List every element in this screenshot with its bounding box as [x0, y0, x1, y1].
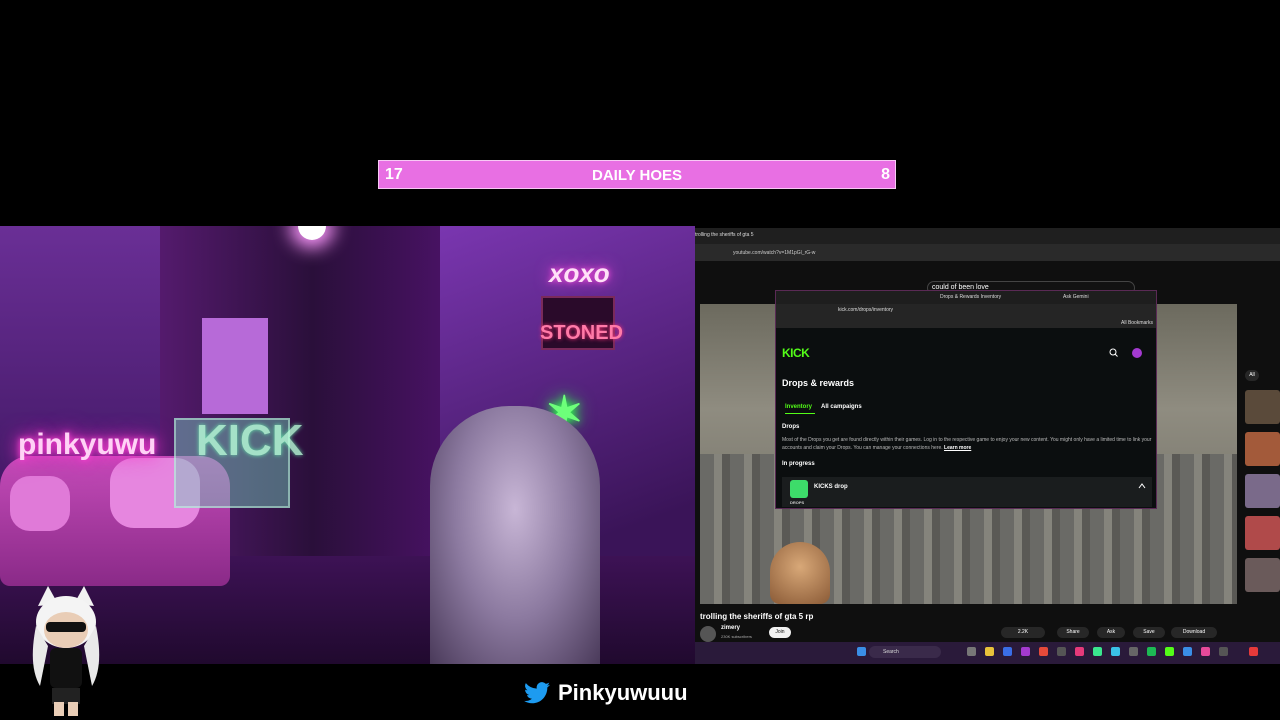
recommended-thumbnail[interactable]	[1245, 390, 1280, 424]
join-button[interactable]: Join	[769, 627, 791, 638]
download-button[interactable]: Download	[1171, 627, 1217, 638]
drop-name: KICKS drop	[814, 484, 848, 490]
avatar-character	[32, 586, 100, 716]
recommended-thumbnail[interactable]	[1245, 516, 1280, 550]
profile-avatar-icon[interactable]	[1132, 348, 1142, 358]
filter-chip-all[interactable]: All	[1245, 370, 1259, 381]
chevron-up-icon[interactable]	[1138, 483, 1146, 489]
chrome-icon[interactable]	[1039, 647, 1048, 656]
like-button[interactable]: 2.2K	[1001, 627, 1045, 638]
taskbar-search-text: Search	[883, 649, 899, 655]
channel-avatar[interactable]	[700, 626, 716, 642]
save-button[interactable]: Save	[1133, 627, 1165, 638]
taskbar-app-icon[interactable]	[1219, 647, 1228, 656]
ask-button[interactable]: Ask	[1097, 627, 1125, 638]
file-explorer-icon[interactable]	[985, 647, 994, 656]
tab-all-campaigns[interactable]: All campaigns	[821, 404, 862, 410]
counter-right-value: 8	[881, 166, 890, 183]
spotify-icon[interactable]	[1147, 647, 1156, 656]
share-button[interactable]: Share	[1057, 627, 1089, 638]
search-icon[interactable]	[1109, 348, 1118, 357]
ceiling-light	[298, 226, 326, 240]
streamer-person	[430, 406, 600, 664]
recommended-thumbnail[interactable]	[1245, 558, 1280, 592]
kick-browser-window: Drops & Rewards Inventory Ask Gemini kic…	[775, 290, 1157, 509]
taskbar-app-icon[interactable]	[1003, 647, 1012, 656]
subscriber-count: 230K subscribers	[721, 634, 752, 639]
drops-heading: Drops	[782, 424, 800, 430]
kick-url[interactable]: kick.com/drops/inventory	[838, 307, 893, 313]
taskbar-search-input[interactable]	[869, 646, 941, 658]
taskbar-app-icon[interactable]	[1075, 647, 1084, 656]
taskbar-app-icon[interactable]	[1093, 647, 1102, 656]
taskbar-app-icon[interactable]	[1021, 647, 1030, 656]
browser-url[interactable]: youtube.com/watch?v=1M1pGl_rG-w	[733, 250, 815, 256]
browser-tab[interactable]: trolling the sheriffs of gta 5	[695, 232, 754, 238]
tab-inventory[interactable]: Inventory	[785, 404, 812, 410]
wall-poster	[202, 318, 268, 414]
taskbar-app-icon[interactable]	[1201, 647, 1210, 656]
taskbar-app-icon[interactable]	[1111, 647, 1120, 656]
neon-xoxo-sign: xoxo	[549, 258, 610, 288]
recording-icon[interactable]	[1249, 647, 1258, 656]
counter-title: DAILY HOES	[591, 167, 683, 184]
taskbar-app-icon[interactable]	[967, 647, 976, 656]
recommended-thumbnail[interactable]	[1245, 474, 1280, 508]
learn-more-link[interactable]: Learn more	[944, 445, 971, 451]
video-title: trolling the sheriffs of gta 5 rp	[700, 612, 814, 621]
neon-kick-sign: KICK	[196, 416, 304, 465]
in-progress-heading: In progress	[782, 461, 815, 467]
twitter-handle: Pinkyuwuuu	[558, 680, 688, 705]
screen-share: trolling the sheriffs of gta 5 youtube.c…	[695, 228, 1280, 664]
neon-stoned-sign: STONED	[540, 322, 623, 344]
kick-logo[interactable]: KICK	[782, 346, 810, 360]
kick-app-icon[interactable]	[1165, 647, 1174, 656]
neon-name-sign: pinkyuwu	[18, 428, 157, 461]
twitter-bird-icon	[524, 682, 550, 704]
taskbar-app-icon[interactable]	[1129, 647, 1138, 656]
drop-icon	[790, 480, 808, 498]
daily-counter-banner: 17 DAILY HOES 8	[378, 160, 896, 189]
couch-pillow	[10, 476, 70, 531]
kick-tab[interactable]: Drops & Rewards Inventory	[940, 294, 1001, 300]
ask-gemini-button[interactable]: Ask Gemini	[1063, 294, 1089, 300]
drop-card[interactable]	[782, 477, 1152, 507]
taskbar-app-icon[interactable]	[1057, 647, 1066, 656]
page-title: Drops & rewards	[782, 378, 855, 388]
channel-name[interactable]: zimery	[721, 625, 740, 631]
recommendations-sidebar: All	[1241, 304, 1280, 624]
browser-tab-bar	[695, 228, 1280, 244]
taskbar-app-icon[interactable]	[1183, 647, 1192, 656]
recommended-thumbnail[interactable]	[1245, 432, 1280, 466]
bookmarks-label[interactable]: All Bookmarks	[1121, 320, 1153, 326]
drop-label: DROPS	[790, 500, 805, 505]
start-menu-icon[interactable]	[857, 647, 866, 656]
